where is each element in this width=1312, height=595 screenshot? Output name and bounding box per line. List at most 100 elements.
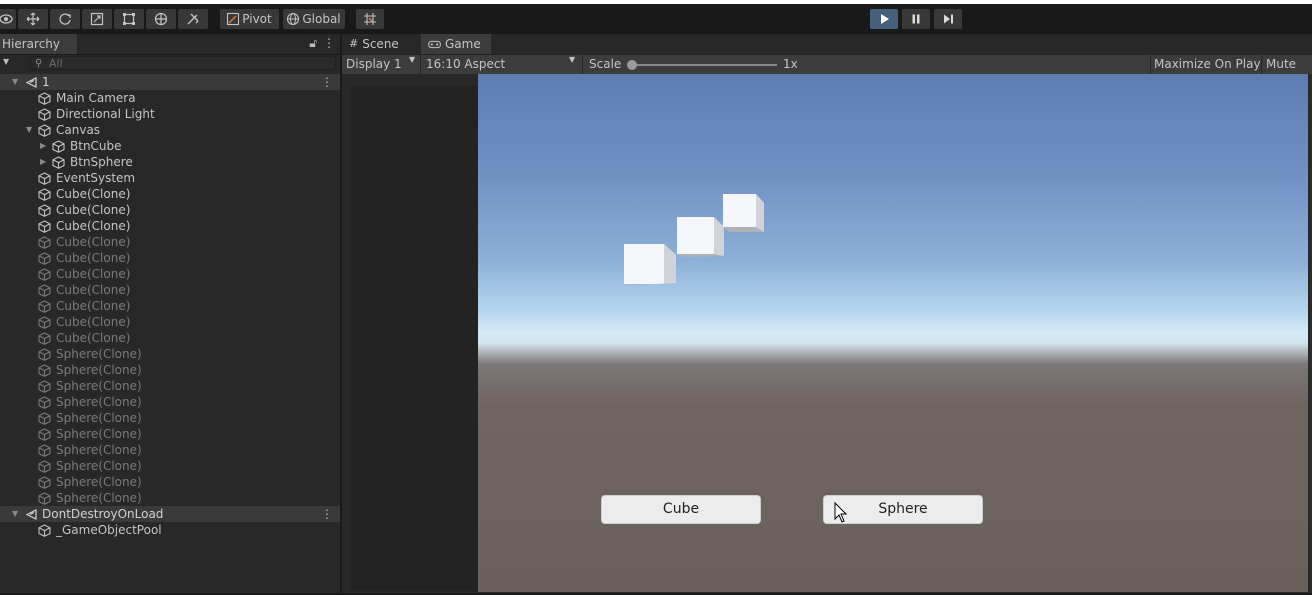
eye-icon [0,14,13,24]
transform-tool-button[interactable] [146,9,176,29]
step-icon [944,14,953,24]
game-viewport[interactable]: Cube Sphere [478,74,1308,592]
hierarchy-item[interactable]: Sphere(Clone) [0,410,341,426]
hierarchy-item[interactable]: Cube(Clone) [0,298,341,314]
play-button[interactable] [870,9,898,29]
rotate-tool-button[interactable] [50,9,80,29]
rect-icon [123,13,135,25]
grid-icon: # [349,37,359,50]
gameobject-cube-icon [52,156,65,169]
pivot-label: Pivot [242,12,272,26]
scale-tool-button[interactable] [82,9,112,29]
hierarchy-item[interactable]: Sphere(Clone) [0,426,341,442]
hierarchy-item-label: Cube(Clone) [56,251,131,265]
grid-snapping-button[interactable] [356,9,384,29]
hierarchy-item[interactable]: Sphere(Clone) [0,362,341,378]
hierarchy-item[interactable]: EventSystem [0,170,341,186]
foldout-expanded-icon[interactable]: ▼ [12,506,18,522]
gameobject-cube-icon [38,188,51,201]
custom-tool-button[interactable] [178,9,208,29]
hierarchy-item[interactable]: Cube(Clone) [0,330,341,346]
foldout-collapsed-icon[interactable]: ▶ [40,154,46,170]
cube-button[interactable]: Cube [602,496,760,523]
global-label: Global [302,12,341,26]
gameobject-cube-icon [38,172,51,185]
hierarchy-item-label: BtnCube [70,139,122,153]
hierarchy-item-label: Cube(Clone) [56,299,131,313]
hierarchy-item[interactable]: Sphere(Clone) [0,442,341,458]
gameobject-cube-icon [38,364,51,377]
hierarchy-item[interactable]: Cube(Clone) [0,282,341,298]
pivot-toggle[interactable]: Pivot [220,9,279,29]
hierarchy-item[interactable]: ▶ BtnCube [0,138,341,154]
gameobject-cube-icon [38,460,51,473]
toolbar-divider [1150,55,1151,74]
hierarchy-scene-row[interactable]: ▼ 1 ⋮ [0,74,341,90]
gameobject-cube-icon [38,492,51,505]
hierarchy-item[interactable]: Cube(Clone) [0,250,341,266]
hierarchy-item-label: DontDestroyOnLoad [42,507,164,521]
foldout-expanded-icon[interactable]: ▼ [26,122,32,138]
hierarchy-item-label: BtnSphere [70,155,133,169]
move-icon [26,12,40,26]
rect-tool-button[interactable] [114,9,144,29]
pause-button[interactable] [902,9,930,29]
main-toolbar: Pivot Global [0,4,1312,34]
lock-icon[interactable]: 🔓︎ [309,36,317,51]
hierarchy-item[interactable]: Cube(Clone) [0,218,341,234]
hierarchy-item[interactable]: Sphere(Clone) [0,394,341,410]
scale-slider-handle[interactable] [627,60,637,70]
display-select[interactable]: Display 1 [346,55,402,74]
hierarchy-item[interactable]: Cube(Clone) [0,314,341,330]
step-button[interactable] [934,9,962,29]
hierarchy-item-label: Sphere(Clone) [56,363,142,377]
hierarchy-item[interactable]: _GameObjectPool [0,522,341,538]
game-view-letterbox [350,86,478,591]
foldout-expanded-icon[interactable]: ▼ [12,74,18,90]
hierarchy-item[interactable]: Sphere(Clone) [0,458,341,474]
hierarchy-item[interactable]: Cube(Clone) [0,186,341,202]
tab-game[interactable]: Game [421,34,491,54]
move-tool-button[interactable] [18,9,48,29]
tab-scene[interactable]: # Scene [342,34,420,54]
tab-scene-label: Scene [362,37,399,51]
view-tool-button[interactable] [0,9,16,29]
unity-scene-icon [25,76,38,89]
hierarchy-item[interactable]: Sphere(Clone) [0,346,341,362]
hierarchy-item-label: Cube(Clone) [56,283,131,297]
scene-menu-icon[interactable]: ⋮ [321,74,333,90]
hierarchy-item-label: Sphere(Clone) [56,459,142,473]
gameobject-cube-icon [38,284,51,297]
scale-value: 1x [783,57,798,71]
global-toggle[interactable]: Global [283,9,345,29]
hierarchy-item[interactable]: ▶ BtnSphere [0,154,341,170]
hierarchy-scene-row[interactable]: ▼ DontDestroyOnLoad ⋮ [0,506,341,522]
hierarchy-item[interactable]: ▼ Canvas [0,122,341,138]
panel-menu-icon[interactable]: ⋮ [323,36,335,51]
foldout-collapsed-icon[interactable]: ▶ [40,138,46,154]
hierarchy-search-input[interactable]: ⚲ All [30,56,336,70]
hierarchy-item[interactable]: Cube(Clone) [0,202,341,218]
hierarchy-item-label: Cube(Clone) [56,187,131,201]
gameobject-cube-icon [38,220,51,233]
hierarchy-item-label: Cube(Clone) [56,235,131,249]
hierarchy-item[interactable]: Cube(Clone) [0,234,341,250]
hierarchy-search-row: ▼ ⚲ All [0,55,341,72]
hierarchy-item[interactable]: Sphere(Clone) [0,378,341,394]
hierarchy-item-label: Canvas [56,123,101,137]
gameobject-cube-icon [38,412,51,425]
hierarchy-item[interactable]: Cube(Clone) [0,266,341,282]
hierarchy-tabbar: Hierarchy 🔓︎ ⋮ [0,34,341,55]
maximize-on-play-toggle[interactable]: Maximize On Play [1154,55,1261,74]
scene-menu-icon[interactable]: ⋮ [321,506,333,522]
hierarchy-item[interactable]: Sphere(Clone) [0,490,341,506]
hierarchy-item[interactable]: Directional Light [0,106,341,122]
aspect-select[interactable]: 16:10 Aspect [426,55,505,74]
create-dropdown-icon[interactable]: ▼ [3,57,9,66]
mute-audio-toggle[interactable]: Mute Au [1266,55,1312,90]
hierarchy-item[interactable]: Sphere(Clone) [0,474,341,490]
hierarchy-tab[interactable]: Hierarchy [0,34,77,54]
hierarchy-item[interactable]: Main Camera [0,90,341,106]
scale-slider-track[interactable] [632,64,777,66]
hierarchy-item-label: Sphere(Clone) [56,347,142,361]
